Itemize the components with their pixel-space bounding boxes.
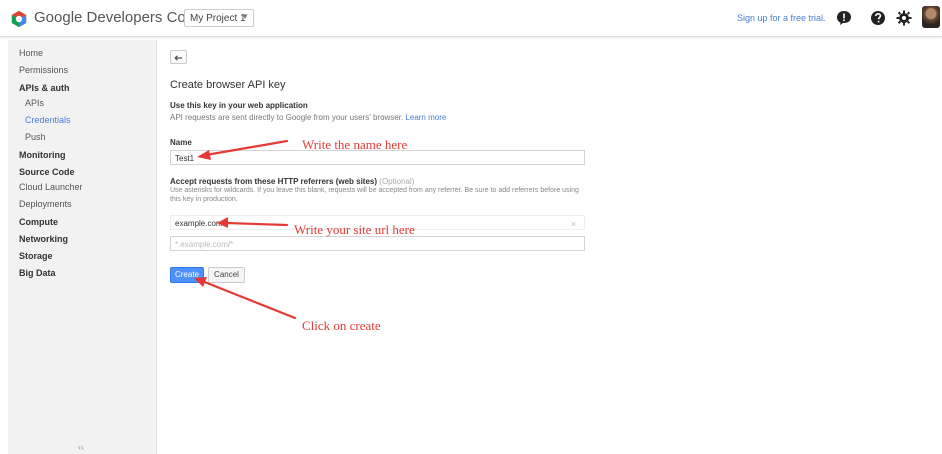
referrer-help-text: Use asterisks for wildcards. If you leav… (170, 187, 579, 203)
sidebar-item-apis-auth[interactable]: APIs & auth (19, 83, 70, 93)
logo-icon[interactable] (10, 10, 28, 28)
project-selector[interactable]: My Project 1 ▼ (184, 9, 254, 27)
referrer-input-new[interactable]: *.example.com/* (170, 236, 585, 251)
back-arrow-icon (174, 55, 182, 61)
settings-icon[interactable] (896, 10, 912, 26)
top-bar: Google Developers Console My Project 1 ▼… (0, 0, 942, 37)
annotation-url: Write your site url here (294, 222, 415, 237)
optional-hint: (Optional) (379, 177, 415, 186)
referrer-label-text: Accept requests from these HTTP referrer… (170, 177, 378, 186)
back-button[interactable] (170, 50, 187, 64)
annotation-create: Click on create (302, 318, 381, 333)
learn-more-link[interactable]: Learn more (405, 113, 446, 122)
cancel-button[interactable]: Cancel (208, 267, 245, 283)
help-icon[interactable] (870, 10, 886, 26)
sidebar: Home Permissions APIs & auth APIs Creden… (8, 40, 157, 454)
sidebar-item-deployments[interactable]: Deployments (19, 199, 72, 209)
sidebar-item-source-code[interactable]: Source Code (19, 167, 75, 177)
create-button[interactable]: Create (170, 267, 204, 283)
sidebar-item-big-data[interactable]: Big Data (19, 268, 56, 278)
sidebar-item-push[interactable]: Push (25, 132, 46, 142)
name-label: Name (170, 138, 192, 147)
sidebar-item-monitoring[interactable]: Monitoring (19, 150, 66, 160)
sidebar-item-networking[interactable]: Networking (19, 234, 68, 244)
section-description-text: API requests are sent directly to Google… (170, 113, 404, 122)
free-trial-link[interactable]: Sign up for a free trial. (737, 13, 826, 23)
sidebar-item-compute[interactable]: Compute (19, 217, 58, 227)
chevron-down-icon: ▼ (241, 12, 249, 21)
avatar[interactable] (922, 6, 940, 28)
sidebar-item-apis[interactable]: APIs (25, 98, 44, 108)
sidebar-item-credentials[interactable]: Credentials (25, 115, 71, 125)
project-name: My Project 1 (190, 13, 246, 24)
sidebar-item-home[interactable]: Home (19, 48, 43, 58)
section-description: API requests are sent directly to Google… (170, 113, 446, 122)
annotation-name: Write the name here (302, 137, 408, 152)
sidebar-item-storage[interactable]: Storage (19, 251, 53, 261)
sidebar-item-permissions[interactable]: Permissions (19, 65, 68, 75)
clear-referrer-icon[interactable]: × (571, 219, 576, 229)
page-title: Create browser API key (170, 79, 286, 91)
collapse-sidebar-button[interactable]: ‹‹ (78, 442, 84, 452)
section-heading: Use this key in your web application (170, 101, 308, 110)
referrer-label: Accept requests from these HTTP referrer… (170, 177, 414, 186)
feedback-icon[interactable] (836, 10, 852, 26)
sidebar-item-cloud-launcher[interactable]: Cloud Launcher (19, 182, 83, 192)
create-arrow-line (200, 279, 297, 320)
